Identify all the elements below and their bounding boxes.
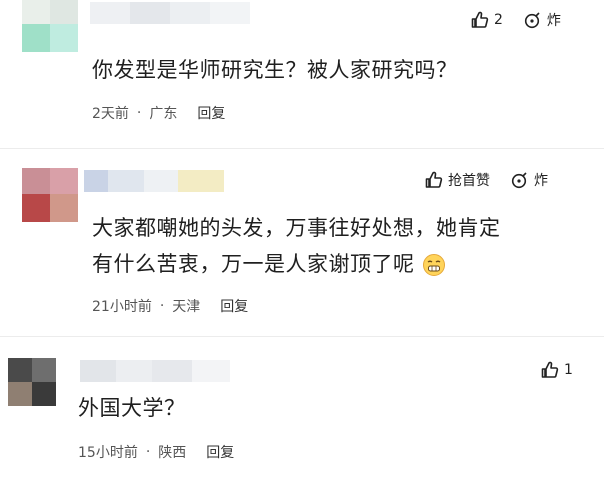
reply-button[interactable]: 回复 [197,103,225,123]
avatar[interactable] [22,168,78,222]
like-label: 抢首赞 [448,173,490,189]
username-blurred[interactable] [84,170,224,192]
comment-location: 广东 [149,106,178,122]
like-button[interactable]: 2 [470,10,503,30]
comment-2: 抢首赞 炸 大家都嘲她的头发，万事往好处想，她肯定 有什么苦衷，万一是人家谢顶了… [0,150,604,340]
dislike-label: 炸 [546,13,561,29]
reply-button[interactable]: 回复 [206,442,234,462]
comment-1: 2 炸 你发型是华师研究生？被人家研究吗？ 2天前 · 广东 回复 [0,0,604,150]
comment-actions: 2 炸 [470,10,561,30]
comment-actions: 1 [540,360,573,380]
dislike-label: 炸 [534,173,548,189]
reply-button[interactable]: 回复 [220,296,248,316]
like-count: 2 [494,12,503,28]
comment-time: 15小时前 [78,445,138,461]
comment-text-line-1: 大家都嘲她的头发，万事往好处想，她肯定 [92,216,501,240]
dislike-button[interactable]: 炸 [510,170,548,190]
thumbs-up-icon [471,11,489,28]
comment-actions: 抢首赞 炸 [424,170,548,190]
meta-separator: · [159,298,165,314]
bomb-icon [511,172,527,189]
comment-text-line-2: 有什么苦衷，万一是人家谢顶了呢 [92,246,446,282]
dislike-button[interactable]: 炸 [523,10,561,30]
comment-text: 你发型是华师研究生？被人家研究吗？ [92,58,458,82]
comment-meta: 15小时前 · 陕西 回复 [78,442,234,462]
bomb-icon [524,12,540,29]
comment-meta: 2天前 · 广东 回复 [92,103,225,123]
like-count: 1 [564,362,573,378]
thumbs-up-icon [425,171,443,188]
comment-location: 陕西 [158,445,187,461]
divider [0,336,604,337]
meta-separator: · [145,444,151,460]
like-button[interactable]: 1 [540,360,573,380]
avatar[interactable] [22,0,78,52]
avatar[interactable] [8,358,56,406]
awkward-face-emoji-icon [422,254,445,276]
meta-separator: · [136,105,142,121]
comment-3: 1 外国大学？ 15小时前 · 陕西 回复 [0,340,604,478]
username-blurred[interactable] [80,360,230,382]
comment-location: 天津 [172,299,201,315]
comment-text-line-2-body: 有什么苦衷，万一是人家谢顶了呢 [92,252,415,276]
like-button[interactable]: 抢首赞 [424,170,490,190]
divider [0,148,604,149]
comment-meta: 21小时前 · 天津 回复 [92,296,248,316]
comment-text: 外国大学？ [78,396,186,420]
comment-time: 2天前 [92,106,129,122]
username-blurred[interactable] [90,2,250,24]
thumbs-up-icon [541,361,559,378]
comment-time: 21小时前 [92,299,152,315]
